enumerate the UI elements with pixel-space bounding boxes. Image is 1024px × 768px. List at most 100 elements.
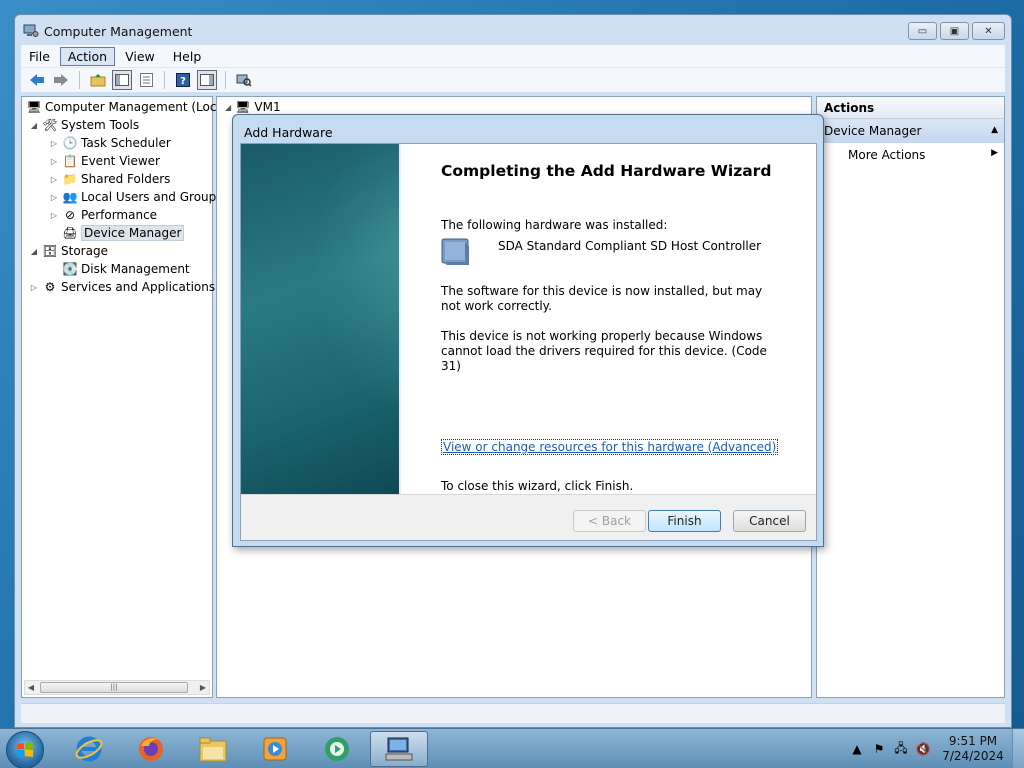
wizard-side-banner xyxy=(241,144,399,494)
tree-item-device-manager[interactable]: 🖨 Device Manager xyxy=(60,224,185,242)
tree-label: Task Scheduler xyxy=(81,136,171,150)
start-button[interactable] xyxy=(6,731,44,768)
tree-label: Computer Management (Local xyxy=(45,100,228,114)
tree-label: Performance xyxy=(81,208,158,222)
action-center-flag-icon[interactable]: ⚑ xyxy=(868,742,890,756)
title-bar[interactable]: Computer Management ▭ ▣ ✕ xyxy=(15,15,1011,47)
window-title: Computer Management xyxy=(44,24,193,39)
actions-section-device-manager[interactable]: Device Manager ▲ xyxy=(817,119,1004,143)
wizard-separator xyxy=(399,144,401,494)
maximize-icon: ▣ xyxy=(949,25,960,37)
tree-label: Local Users and Groups xyxy=(81,190,223,204)
tree-label: Disk Management xyxy=(81,262,190,276)
tree-item-system-tools[interactable]: ◢ 🛠 System Tools xyxy=(28,116,139,134)
expand-arrow-icon[interactable]: ▷ xyxy=(48,211,60,220)
cancel-button[interactable]: Cancel xyxy=(733,510,806,532)
more-actions-label: More Actions xyxy=(848,148,926,162)
menu-action[interactable]: Action xyxy=(59,46,116,66)
tree-item-shared-folders[interactable]: ▷ 📁 Shared Folders xyxy=(48,170,170,188)
close-instruction-text: To close this wizard, click Finish. xyxy=(441,479,634,493)
expand-arrow-icon[interactable]: ▷ xyxy=(48,193,60,202)
toolbar: ? xyxy=(21,67,1005,92)
show-hidden-icons-icon[interactable]: ▲ xyxy=(846,742,868,756)
computer-icon: 🖥 xyxy=(235,100,251,114)
show-action-pane-icon[interactable] xyxy=(197,70,217,90)
show-desktop-button[interactable] xyxy=(1012,729,1024,768)
dialog-title: Add Hardware xyxy=(244,125,333,140)
clock-time: 9:51 PM xyxy=(948,734,998,748)
device-error-text: This device is not working properly beca… xyxy=(441,329,767,373)
performance-icon: ⊘ xyxy=(64,208,76,222)
wizard-body: Completing the Add Hardware Wizard The f… xyxy=(240,143,817,541)
volume-muted-icon[interactable]: 🔇 xyxy=(912,742,934,756)
help-icon[interactable]: ? xyxy=(173,70,193,90)
close-button[interactable]: ✕ xyxy=(972,22,1005,40)
tree-label: Services and Applications xyxy=(61,280,216,294)
computer-management-icon xyxy=(385,737,413,761)
clock[interactable]: 9:51 PM 7/24/2024 xyxy=(934,734,1012,764)
properties-icon[interactable] xyxy=(136,70,156,90)
tools-icon: 🛠 xyxy=(42,118,58,132)
collapse-arrow-icon[interactable]: ◢ xyxy=(28,247,40,256)
event-viewer-icon: 📋 xyxy=(62,154,78,168)
tree-label: Storage xyxy=(61,244,108,258)
internet-explorer-icon[interactable] xyxy=(62,731,116,767)
minimize-icon: ▭ xyxy=(917,25,928,37)
tree-label: Shared Folders xyxy=(81,172,171,186)
menu-file[interactable]: File xyxy=(21,47,58,66)
network-icon[interactable]: 🖧 xyxy=(890,739,912,760)
up-folder-icon[interactable] xyxy=(88,70,108,90)
tree-item-computer[interactable]: ◢ 🖥 VM1 xyxy=(225,100,281,114)
tree-item-performance[interactable]: ▷ ⊘ Performance xyxy=(48,206,157,224)
taskbar: ▲ ⚑ 🖧 🔇 9:51 PM 7/24/2024 xyxy=(0,728,1024,768)
tree-item-services[interactable]: ▷ ⚙ Services and Applications xyxy=(28,278,215,296)
tree-item-event-viewer[interactable]: ▷ 📋 Event Viewer xyxy=(48,152,160,170)
tree-label: Device Manager xyxy=(81,225,185,241)
expand-arrow-icon[interactable]: ▷ xyxy=(48,139,60,148)
svg-text:?: ? xyxy=(180,76,186,87)
installed-label: The following hardware was installed: xyxy=(441,218,668,232)
tree-item-root[interactable]: 🖥 Computer Management (Local xyxy=(24,98,227,116)
actions-section-label: Device Manager xyxy=(824,124,922,138)
actions-header: Actions xyxy=(817,97,1004,119)
tree-item-local-users[interactable]: ▷ 👥 Local Users and Groups xyxy=(48,188,223,206)
windows-logo-icon xyxy=(17,742,33,757)
scan-hardware-icon[interactable] xyxy=(234,70,254,90)
media-player-icon[interactable] xyxy=(248,731,302,767)
tree-item-disk-management[interactable]: 💽 Disk Management xyxy=(60,260,190,278)
scroll-right-icon[interactable]: ▶ xyxy=(197,681,209,694)
wizard-heading: Completing the Add Hardware Wizard xyxy=(441,162,772,180)
firefox-icon[interactable] xyxy=(124,731,178,767)
computer-management-icon xyxy=(23,24,39,37)
expand-arrow-icon[interactable]: ▷ xyxy=(48,175,60,184)
collapse-up-icon[interactable]: ▲ xyxy=(991,125,998,135)
horizontal-scrollbar[interactable]: ◀ ||| ▶ xyxy=(24,680,210,695)
wizard-button-bar: < Back Finish Cancel xyxy=(241,494,816,540)
file-explorer-icon[interactable] xyxy=(186,731,240,767)
menu-view[interactable]: View xyxy=(117,47,163,66)
menu-help[interactable]: Help xyxy=(165,47,210,66)
tree-label: Event Viewer xyxy=(81,154,160,168)
computer-management-taskbar-button[interactable] xyxy=(370,731,428,767)
forward-arrow-icon[interactable] xyxy=(51,70,71,90)
expand-arrow-icon[interactable]: ▷ xyxy=(28,283,40,292)
scroll-thumb[interactable]: ||| xyxy=(40,682,188,693)
tree-item-storage[interactable]: ◢ 🗄 Storage xyxy=(28,242,108,260)
back-button[interactable]: < Back xyxy=(573,510,646,532)
maximize-button[interactable]: ▣ xyxy=(940,22,969,40)
minimize-button[interactable]: ▭ xyxy=(908,22,937,40)
advanced-resources-link[interactable]: View or change resources for this hardwa… xyxy=(441,439,779,455)
collapse-arrow-icon[interactable]: ◢ xyxy=(28,121,40,130)
back-arrow-icon[interactable] xyxy=(27,70,47,90)
expand-arrow-icon[interactable]: ▷ xyxy=(48,157,60,166)
collapse-arrow-icon[interactable]: ◢ xyxy=(225,103,231,112)
toolbar-separator xyxy=(225,71,226,89)
show-hide-tree-icon[interactable] xyxy=(112,70,132,90)
installed-device-name: SDA Standard Compliant SD Host Controlle… xyxy=(498,239,762,253)
users-icon: 👥 xyxy=(62,190,78,204)
finish-button[interactable]: Finish xyxy=(648,510,721,532)
media-center-icon[interactable] xyxy=(310,731,364,767)
scroll-left-icon[interactable]: ◀ xyxy=(25,681,37,694)
tree-item-task-scheduler[interactable]: ▷ 🕒 Task Scheduler xyxy=(48,134,171,152)
more-actions-item[interactable]: More Actions ▶ xyxy=(817,143,1004,167)
